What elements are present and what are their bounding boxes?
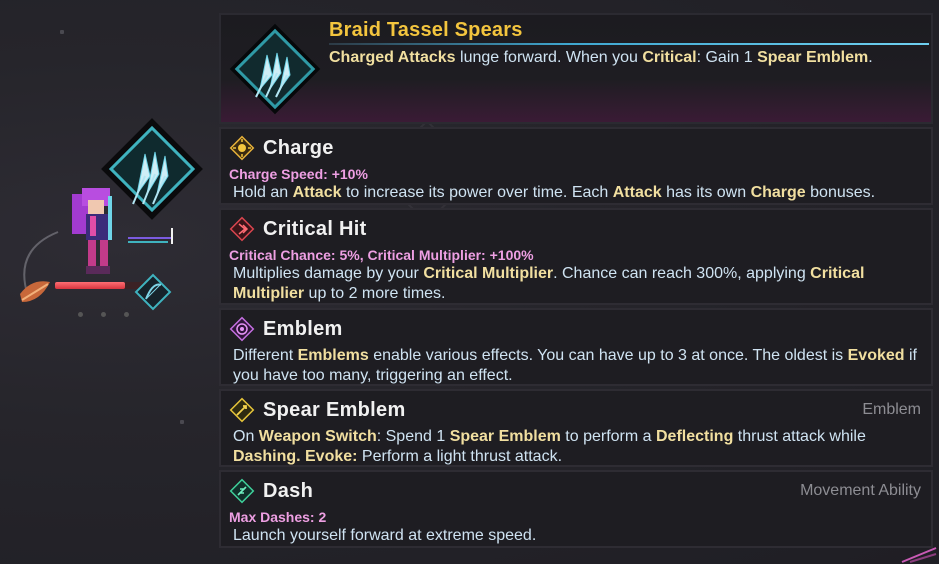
dash-charge-dot: [101, 312, 106, 317]
critical-hit-icon: [229, 216, 255, 242]
player-health-fill: [55, 282, 126, 289]
feather-pickup-icon: [20, 281, 50, 302]
emblem-icon: [229, 316, 255, 342]
description-text: .: [868, 49, 873, 66]
section-title: Critical Hit: [263, 217, 367, 240]
corner-ornament: [901, 547, 937, 563]
section-tag: Emblem: [862, 401, 921, 418]
spear-item-icon: [229, 23, 321, 115]
keyword: Attack: [612, 184, 662, 201]
weapon-glow-lines: [128, 228, 173, 244]
section-title: Emblem: [263, 317, 343, 340]
section-description: Multiplies damage by your Critical Multi…: [229, 264, 921, 304]
dash-icon: [229, 478, 255, 504]
description-text: to perform a: [560, 428, 656, 445]
section-stat: Charge Speed: +10%: [229, 166, 368, 182]
keyword-panel-emblem: Emblem Different Emblems enable various …: [219, 308, 933, 386]
description-text: Perform a light thrust attack.: [357, 448, 563, 465]
description-text: : Spend 1: [376, 428, 450, 445]
section-title: Dash: [263, 479, 314, 502]
debris-dot: [60, 30, 64, 34]
keyword: Spear Emblem: [449, 428, 561, 445]
keyword: Dashing. Evoke:: [233, 448, 358, 465]
bow-weapon-slot-icon: [134, 273, 172, 311]
keyword-panel-critical-hit: Critical Hit Critical Chance: 5%, Critic…: [219, 208, 933, 305]
spear-emblem-icon: [229, 397, 255, 423]
description-text: bonuses.: [805, 184, 876, 201]
player-character: [72, 188, 112, 274]
section-stat: Max Dashes: 2: [229, 509, 327, 525]
keyword: Spear Emblem: [757, 49, 869, 66]
keyword: Critical: [642, 49, 697, 66]
item-title: Braid Tassel Spears: [329, 19, 523, 41]
keyword: Critical Multiplier: [423, 265, 554, 282]
charge-icon: [229, 135, 255, 161]
description-text: . Chance can reach 300%, applying: [553, 265, 811, 282]
player-health-bar: [55, 282, 145, 289]
section-description: Hold an Attack to increase its power ove…: [229, 183, 921, 203]
section-stat: Critical Chance: 5%, Critical Multiplier…: [229, 247, 534, 263]
section-description: Launch yourself forward at extreme speed…: [229, 526, 921, 546]
description-text: Hold an: [233, 184, 293, 201]
description-text: has its own: [661, 184, 751, 201]
description-text: On: [233, 428, 259, 445]
keyword-panel-charge: Charge Charge Speed: +10% Hold an Attack…: [219, 127, 933, 205]
title-underline: [329, 43, 929, 45]
keyword: Evoked: [847, 347, 905, 364]
description-text: to increase its power over time. Each: [341, 184, 613, 201]
keyword: Emblems: [297, 347, 369, 364]
keyword: Charged Attacks: [329, 49, 456, 66]
item-header-panel: Braid Tassel Spears Charged Attacks lung…: [219, 13, 933, 124]
keyword-panel-spear-emblem: Spear Emblem Emblem On Weapon Switch: Sp…: [219, 389, 933, 467]
section-title: Spear Emblem: [263, 398, 406, 421]
description-text: : Gain 1: [696, 49, 758, 66]
dash-charge-dot: [78, 312, 83, 317]
description-text: Multiplies damage by your: [233, 265, 424, 282]
keyword: Weapon Switch: [258, 428, 377, 445]
keyword: Attack: [292, 184, 342, 201]
item-description: Charged Attacks lunge forward. When you …: [329, 48, 873, 68]
description-text: enable various effects. You can have up …: [368, 347, 848, 364]
section-description: Different Emblems enable various effects…: [229, 346, 921, 386]
dash-charge-dot: [124, 312, 129, 317]
description-text: thrust attack while: [733, 428, 866, 445]
section-description: On Weapon Switch: Spend 1 Spear Emblem t…: [229, 427, 921, 467]
description-text: up to 2 more times.: [304, 285, 446, 302]
debris-dot: [180, 420, 184, 424]
description-text: lunge forward. When you: [455, 49, 643, 66]
section-tag: Movement Ability: [800, 482, 921, 499]
keyword-panel-dash: Dash Movement Ability Max Dashes: 2 Laun…: [219, 470, 933, 548]
description-text: Launch yourself forward at extreme speed…: [233, 527, 537, 544]
description-text: Different: [233, 347, 298, 364]
keyword: Deflecting: [656, 428, 734, 445]
section-title: Charge: [263, 136, 334, 159]
keyword: Charge: [750, 184, 806, 201]
